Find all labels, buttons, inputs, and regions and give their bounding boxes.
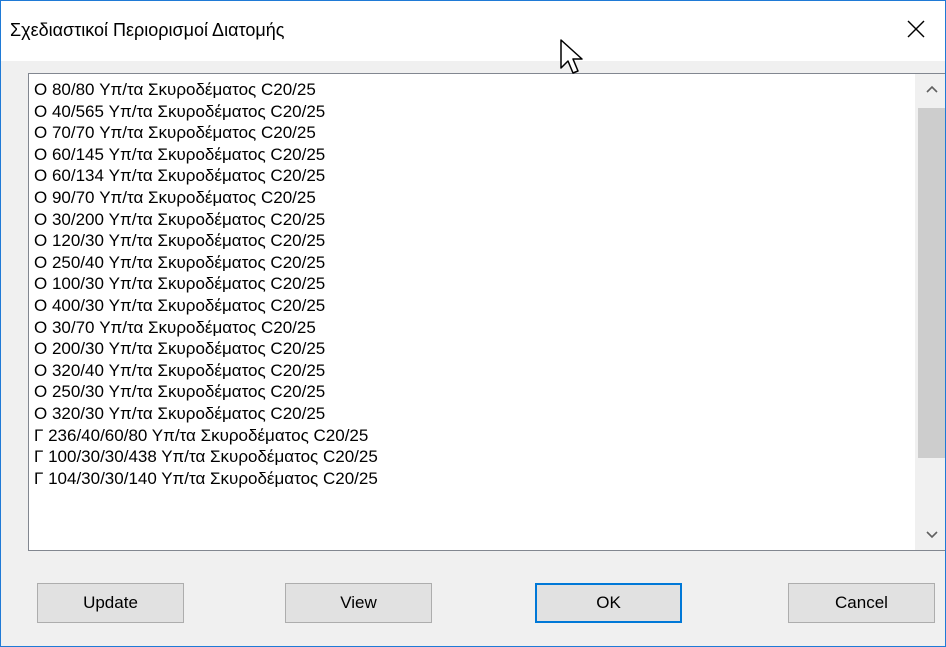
list-item[interactable]: Γ 236/40/60/80 Υπ/τα Σκυροδέματος C20/25	[29, 425, 915, 447]
chevron-up-icon	[925, 80, 938, 98]
scroll-up-button[interactable]	[915, 74, 945, 104]
list-item[interactable]: O 200/30 Υπ/τα Σκυροδέματος C20/25	[29, 338, 915, 360]
list-item[interactable]: Γ 104/30/30/140 Υπ/τα Σκυροδέματος C20/2…	[29, 468, 915, 490]
list-item[interactable]: O 40/565 Υπ/τα Σκυροδέματος C20/25	[29, 101, 915, 123]
update-button[interactable]: Update	[37, 583, 184, 623]
list-item[interactable]: O 250/30 Υπ/τα Σκυροδέματος C20/25	[29, 381, 915, 403]
list-item[interactable]: O 90/70 Υπ/τα Σκυροδέματος C20/25	[29, 187, 915, 209]
list-item[interactable]: O 60/134 Υπ/τα Σκυροδέματος C20/25	[29, 165, 915, 187]
list-item[interactable]: O 120/30 Υπ/τα Σκυροδέματος C20/25	[29, 230, 915, 252]
sections-listbox[interactable]: O 80/80 Υπ/τα Σκυροδέματος C20/25 O 40/56…	[28, 73, 945, 551]
close-icon	[907, 20, 925, 43]
scroll-thumb[interactable]	[918, 108, 945, 458]
view-button[interactable]: View	[285, 583, 432, 623]
list-item[interactable]: O 30/70 Υπ/τα Σκυροδέματος C20/25	[29, 317, 915, 339]
chevron-down-icon	[925, 526, 938, 544]
list-item[interactable]: O 400/30 Υπ/τα Σκυροδέματος C20/25	[29, 295, 915, 317]
list-item[interactable]: O 250/40 Υπ/τα Σκυροδέματος C20/25	[29, 252, 915, 274]
list-item[interactable]: O 100/30 Υπ/τα Σκυροδέματος C20/25	[29, 273, 915, 295]
vertical-scrollbar[interactable]	[915, 74, 945, 550]
list-item[interactable]: O 60/145 Υπ/τα Σκυροδέματος C20/25	[29, 144, 915, 166]
list-area: O 80/80 Υπ/τα Σκυροδέματος C20/25 O 40/56…	[29, 74, 915, 550]
list-item[interactable]: Γ 100/30/30/438 Υπ/τα Σκυροδέματος C20/2…	[29, 446, 915, 468]
scroll-down-button[interactable]	[915, 520, 945, 550]
title-bar[interactable]: Σχεδιαστικοί Περιορισμοί Διατομής	[1, 1, 945, 61]
list-item[interactable]: O 30/200 Υπ/τα Σκυροδέματος C20/25	[29, 209, 915, 231]
list-item[interactable]: O 320/40 Υπ/τα Σκυροδέματος C20/25	[29, 360, 915, 382]
cancel-button[interactable]: Cancel	[788, 583, 935, 623]
close-button[interactable]	[887, 1, 945, 61]
dialog-title: Σχεδιαστικοί Περιορισμοί Διατομής	[10, 20, 285, 40]
list-item[interactable]: O 320/30 Υπ/τα Σκυροδέματος C20/25	[29, 403, 915, 425]
list-item[interactable]: O 80/80 Υπ/τα Σκυροδέματος C20/25	[29, 79, 915, 101]
list-item[interactable]: O 70/70 Υπ/τα Σκυροδέματος C20/25	[29, 122, 915, 144]
dialog-window: Σχεδιαστικοί Περιορισμοί Διατομής O 80/8…	[0, 0, 946, 647]
ok-button[interactable]: OK	[535, 583, 682, 623]
